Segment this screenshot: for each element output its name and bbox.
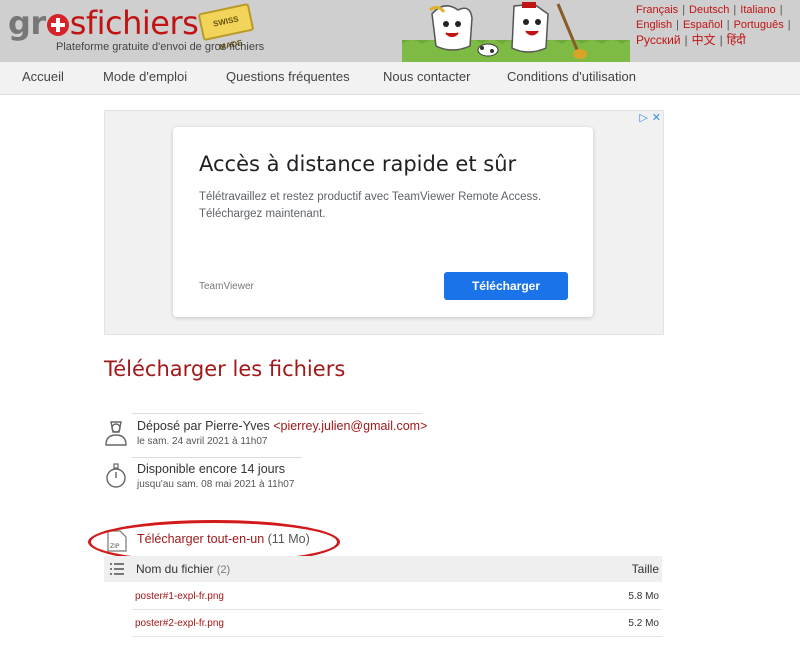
main-navigation: Accueil Mode d'emploi Questions fréquent… <box>0 62 800 95</box>
ad-card[interactable]: Accès à distance rapide et sûr Télétrava… <box>173 127 593 317</box>
file-link[interactable]: poster#2-expl-fr.png <box>135 618 224 629</box>
ad-choices-icon[interactable]: ▷ <box>639 112 647 124</box>
availability-until: jusqu'au sam. 08 mai 2021 à 11h07 <box>137 479 295 490</box>
language-link-espanol[interactable]: Español <box>683 19 723 31</box>
stopwatch-icon <box>106 463 126 488</box>
file-size: 5.8 Mo <box>628 591 659 602</box>
file-size: 5.2 Mo <box>628 618 659 629</box>
nav-item-accueil[interactable]: Accueil <box>22 62 64 94</box>
swiss-made-badge: SWISS MADE <box>197 2 255 52</box>
swiss-cross-icon <box>46 14 69 36</box>
file-table-header: Nom du fichier (2) Taille <box>104 556 662 582</box>
language-link-deutsch[interactable]: Deutsch <box>689 4 729 16</box>
language-row-2: English | Español | Português | <box>636 19 791 31</box>
close-icon[interactable]: ✕ <box>652 112 661 124</box>
file-link[interactable]: poster#1-expl-fr.png <box>135 591 224 602</box>
language-link-francais[interactable]: Français <box>636 4 678 16</box>
column-name-label: Nom du fichier <box>136 562 214 576</box>
column-header-size: Taille <box>631 562 659 576</box>
deposit-by: Déposé par Pierre-Yves <pierrey.julien@g… <box>137 419 427 433</box>
table-row: poster#2-expl-fr.png 5.2 Mo <box>132 610 662 637</box>
language-link-italiano[interactable]: Italiano <box>740 4 775 16</box>
user-icon <box>105 421 127 446</box>
language-selector: Français | Deutsch | Italiano | English | Españ… <box>636 3 800 48</box>
page-title: Télécharger les fichiers <box>104 357 346 381</box>
language-row-3: Русский | 中文 | हिंदी <box>636 33 746 47</box>
deposit-email-link[interactable]: <pierrey.julien@gmail.com> <box>273 419 427 433</box>
ad-controls: ▷ ✕ <box>635 111 661 124</box>
ad-title: Accès à distance rapide et sûr <box>199 152 517 176</box>
file-count: (2) <box>216 564 231 576</box>
nav-item-mode-emploi[interactable]: Mode d'emploi <box>103 62 187 94</box>
ad-brand: TeamViewer <box>199 281 254 292</box>
ad-text: Télétravaillez et restez productif avec … <box>199 191 542 220</box>
ad-download-button[interactable]: Télécharger <box>444 272 568 300</box>
nav-item-questions[interactable]: Questions fréquentes <box>226 62 350 94</box>
availability-text: Disponible encore 14 jours <box>137 462 286 476</box>
nav-item-contact[interactable]: Nous contacter <box>383 62 470 94</box>
site-logo[interactable]: gr sfichiers <box>8 4 199 42</box>
nav-item-conditions[interactable]: Conditions d'utilisation <box>507 62 636 94</box>
language-link-portugues[interactable]: Português <box>734 19 784 31</box>
mascot-illustration <box>402 2 630 62</box>
logo-text-end: sfichiers <box>69 4 199 42</box>
deposit-date: le sam. 24 avril 2021 à 11h07 <box>137 436 268 447</box>
language-link-english[interactable]: English <box>636 19 672 31</box>
language-link-hindi[interactable]: हिंदी <box>727 33 746 47</box>
list-icon <box>110 563 124 575</box>
advertisement: ▷ ✕ Accès à distance rapide et sûr Télétr… <box>104 110 664 335</box>
divider <box>132 413 422 414</box>
column-header-name: Nom du fichier (2) <box>136 562 230 576</box>
table-row: poster#1-expl-fr.png 5.8 Mo <box>132 583 662 610</box>
site-header: gr sfichiers SWISS MADE Plateforme gratui… <box>0 0 800 62</box>
language-link-chinese[interactable]: 中文 <box>692 33 716 47</box>
site-tagline: Plateforme gratuite d'envoi de gros fich… <box>56 41 265 53</box>
language-row-1: Français | Deutsch | Italiano | <box>636 4 783 16</box>
language-link-russian[interactable]: Русский <box>636 33 681 47</box>
divider <box>132 457 302 458</box>
deposit-author: Déposé par Pierre-Yves <box>137 419 274 433</box>
logo-text-start: gr <box>8 4 46 42</box>
